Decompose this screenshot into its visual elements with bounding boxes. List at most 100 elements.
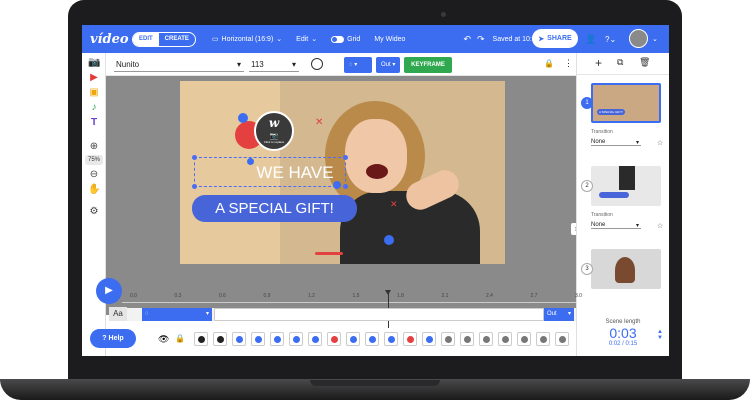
zoom-in-icon[interactable]: ⊕	[88, 141, 100, 153]
layer-thumbnail-icon[interactable]	[232, 332, 246, 346]
resize-handle[interactable]	[343, 155, 348, 160]
help-button[interactable]: ? Help	[90, 329, 136, 348]
scene-thumbnail-3[interactable]	[591, 249, 661, 289]
headline-text-1[interactable]: WE HAVE	[220, 163, 370, 183]
layer-thumbnail-icon[interactable]	[308, 332, 322, 346]
transition-select-1[interactable]: None ▾	[591, 139, 641, 146]
zoom-level: 75%	[85, 155, 103, 165]
video-icon[interactable]: ▶	[88, 72, 100, 84]
lock-icon[interactable]: 🔒	[175, 334, 185, 343]
resize-handle[interactable]	[192, 184, 197, 189]
font-size-value: 113	[251, 60, 264, 69]
camera-icon[interactable]: 📷	[88, 57, 100, 69]
transition-value-2: None	[591, 222, 606, 228]
layer-thumbnail-icon[interactable]	[194, 332, 208, 346]
eye-icon[interactable]: 👁	[158, 334, 169, 345]
project-name[interactable]: My Wideo	[374, 36, 405, 43]
layer-thumbnail-icon[interactable]	[555, 332, 569, 346]
layer-thumbnail-icon[interactable]	[213, 332, 227, 346]
decor-x-icon: ✕	[315, 117, 324, 128]
add-user-icon[interactable]: 👤	[585, 34, 596, 45]
text-style-button[interactable]: Aa	[109, 307, 127, 321]
keyframe-button[interactable]: KEYFRAME	[404, 57, 452, 73]
scene-number-1: 1	[581, 97, 593, 109]
stepper-arrows-icon[interactable]: ▲ ▼	[657, 329, 663, 341]
font-size-select[interactable]: 113 ▾	[249, 58, 299, 72]
resize-handle[interactable]	[192, 155, 197, 160]
transition-select-2[interactable]: None ▾	[591, 222, 641, 229]
track-out-bar[interactable]: Out ▾	[544, 308, 574, 321]
orientation-dropdown[interactable]: ▭ Horizontal (16:9) ⌄	[211, 35, 282, 44]
top-bar: vídeo EDIT CREATE ▭ Horizontal (16:9) ⌄ …	[82, 25, 669, 53]
timeline-tick-label: 1.8	[397, 293, 404, 299]
create-mode-button[interactable]: CREATE	[159, 33, 195, 46]
scene-thumbnail-1[interactable]: A SPECIAL GIFT!	[591, 83, 661, 123]
edit-menu[interactable]: Edit ⌄	[296, 35, 317, 44]
zoom-out-icon[interactable]: ⊖	[88, 169, 100, 181]
animation-out-button[interactable]: Out ▾	[376, 57, 401, 73]
edit-mode-button[interactable]: EDIT	[133, 32, 159, 46]
layer-thumbnail-icon[interactable]	[460, 332, 474, 346]
delete-scene-icon[interactable]: 🗑	[639, 57, 650, 68]
layer-thumbnail-icon[interactable]	[327, 332, 341, 346]
layer-thumbnail-icon[interactable]	[384, 332, 398, 346]
add-scene-icon[interactable]: +	[595, 56, 602, 70]
scenes-toolbar: + ⧉ 🗑	[577, 53, 669, 75]
more-vertical-icon[interactable]: ⋮	[564, 58, 573, 69]
music-icon[interactable]: ♪	[88, 102, 100, 114]
thumb-badge	[599, 192, 629, 198]
timeline-tick-label: 0.0	[130, 293, 137, 299]
scene-total-time: / 0:15	[622, 341, 638, 347]
layer-thumbnail-icon[interactable]	[517, 332, 531, 346]
star-icon[interactable]: ☆	[657, 222, 663, 230]
app-logo[interactable]: vídeo	[90, 32, 130, 47]
gear-icon[interactable]: ⚙	[88, 206, 100, 218]
layer-thumbnail-icon[interactable]	[251, 332, 265, 346]
animation-out-label: Out	[381, 62, 391, 68]
color-circle-icon[interactable]	[311, 58, 323, 70]
layer-thumbnail-icon[interactable]	[479, 332, 493, 346]
scene-thumbnail-2[interactable]	[591, 166, 661, 206]
resize-handle[interactable]	[343, 184, 348, 189]
hand-icon[interactable]: ✋	[88, 184, 100, 196]
layer-thumbnail-icon[interactable]	[422, 332, 436, 346]
layer-thumbnail-icon[interactable]	[498, 332, 512, 346]
text-icon[interactable]: T	[88, 117, 100, 129]
help-menu-icon[interactable]: ?⌄	[605, 35, 616, 44]
scene-canvas[interactable]: ✕ ✕ ✕ w 📷 Click to replace WE HAVE A SPE…	[180, 81, 505, 264]
track-in-bar[interactable]: ◌ ▾	[142, 308, 212, 321]
layer-thumbnail-icon[interactable]	[536, 332, 550, 346]
layer-thumbnail-icon[interactable]	[289, 332, 303, 346]
font-select[interactable]: Nunito ▾	[114, 58, 244, 72]
star-icon[interactable]: ☆	[657, 139, 663, 147]
scene-length-value[interactable]: 0:03	[577, 325, 669, 341]
caret-down-icon: ▾	[236, 60, 241, 69]
layer-thumbnail-icon[interactable]	[403, 332, 417, 346]
duplicate-scene-icon[interactable]: ⧉	[617, 57, 623, 68]
share-label: SHARE	[547, 35, 572, 42]
caret-down-icon: ▾	[392, 62, 396, 68]
grid-toggle[interactable]: Grid	[331, 35, 360, 43]
screen-icon: ▭	[211, 36, 219, 43]
track-body[interactable]	[214, 308, 544, 321]
layer-thumbnail-icon[interactable]	[441, 332, 455, 346]
timeline-ruler[interactable]: 0.0 0.3 0.6 0.9 1.2 1.5 1.8 2.1 2.4 2.7 3.0	[122, 293, 582, 303]
layer-thumbnail-icon[interactable]	[270, 332, 284, 346]
headline-text-2[interactable]: A SPECIAL GIFT!	[192, 195, 357, 222]
timeline-tick-label: 2.4	[486, 293, 493, 299]
layer-thumbnail-icon[interactable]	[365, 332, 379, 346]
element-track[interactable]: ◌ ▾ Out ▾	[127, 308, 576, 321]
image-icon[interactable]: ▣	[88, 87, 100, 99]
animation-in-button[interactable]: ◌ ▾	[344, 57, 372, 73]
share-button[interactable]: ➤ SHARE	[532, 29, 578, 48]
chevron-down-icon[interactable]: ⌄	[652, 35, 658, 43]
logo-placeholder[interactable]: w 📷 Click to replace	[254, 111, 294, 151]
undo-icon[interactable]: ↶	[463, 34, 471, 45]
layer-thumbnail-icon[interactable]	[346, 332, 360, 346]
play-button[interactable]: ▶	[96, 278, 122, 304]
lock-icon[interactable]: 🔒	[544, 59, 554, 68]
thumb-legs	[619, 166, 635, 190]
wideo-logo-icon: w	[268, 116, 280, 130]
avatar[interactable]	[629, 29, 648, 48]
redo-icon[interactable]: ↷	[477, 34, 485, 45]
